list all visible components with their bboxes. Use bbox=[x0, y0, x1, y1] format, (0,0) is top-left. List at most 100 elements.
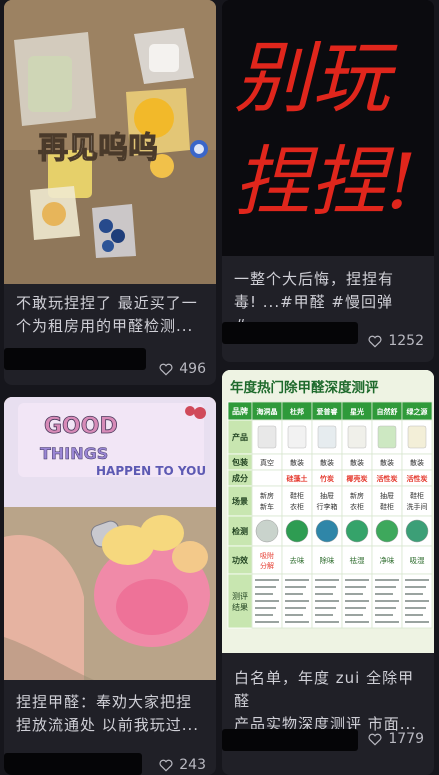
table-brand-name: 爱普睿 bbox=[317, 407, 338, 416]
result-text-line bbox=[315, 586, 336, 588]
table-row-label: 产品 bbox=[232, 432, 248, 442]
result-text-line bbox=[255, 586, 276, 588]
paw-squishy-photo: GOOD THINGS HAPPEN TO YOU bbox=[4, 397, 216, 680]
result-text-line bbox=[405, 579, 429, 581]
note-cover-image[interactable]: 年度热门除甲醛深度测评 品牌 海洞晶 杜邦 爱普睿 星光 自然舒 绿之源 产品 包装 真空 散装 散装… bbox=[222, 370, 434, 653]
note-cover-image[interactable]: 别玩 捏捏! bbox=[222, 0, 434, 256]
table-row-label: 场景 bbox=[232, 496, 248, 506]
result-text-line bbox=[345, 586, 366, 588]
like-button[interactable]: 1779 bbox=[367, 728, 424, 750]
table-scene: 洗手间 bbox=[407, 502, 428, 511]
result-text-line bbox=[285, 614, 303, 616]
table-row-label: 测评 bbox=[232, 592, 248, 601]
note-title[interactable]: 白名单，年度 zui 全除甲醛 产品实物深度测评 市面... bbox=[234, 667, 426, 736]
cover-overlay-text-line-3: HAPPEN TO YOU bbox=[96, 464, 206, 478]
detection-result-swatch bbox=[315, 519, 339, 543]
table-effect: 去味 bbox=[290, 555, 305, 565]
table-row-label: 检测 bbox=[232, 526, 248, 536]
table-cell bbox=[281, 485, 313, 517]
detection-result-swatch bbox=[405, 519, 429, 543]
table-row-label-cell bbox=[227, 573, 253, 629]
table-scene: 抽屉 bbox=[320, 491, 334, 500]
result-text-line bbox=[285, 579, 309, 581]
result-text-line bbox=[345, 593, 363, 595]
result-text-line bbox=[255, 614, 273, 616]
product-thumbnail bbox=[407, 425, 427, 449]
product-thumbnail bbox=[377, 425, 397, 449]
result-text-line bbox=[375, 621, 399, 623]
note-card[interactable]: GOOD THINGS HAPPEN TO YOU 捏捏甲醛：奉劝大家把捏 捏放… bbox=[4, 397, 216, 775]
cover-overlay-text-line-2: THINGS bbox=[40, 444, 108, 463]
result-text-line bbox=[345, 579, 369, 581]
table-row-label: 结果 bbox=[232, 602, 248, 612]
table-ingredient: 竹炭 bbox=[319, 474, 334, 483]
review-table-cover: 年度热门除甲醛深度测评 品牌 海洞晶 杜邦 爱普睿 星光 自然舒 绿之源产品包装 真空 散装 散装… bbox=[222, 370, 434, 653]
table-packaging: 散装 bbox=[410, 458, 424, 467]
handwritten-warning-cover: 别玩 捏捏! bbox=[222, 0, 434, 256]
like-count: 243 bbox=[179, 757, 206, 773]
note-card[interactable]: 年度热门除甲醛深度测评 品牌 海洞晶 杜邦 爱普睿 星光 自然舒 绿之源 产品 包装 真空 散装 散装… bbox=[222, 370, 434, 775]
author-redacted-block bbox=[4, 348, 146, 370]
like-button[interactable]: 243 bbox=[158, 754, 206, 775]
result-text-line bbox=[255, 621, 279, 623]
author-redacted-block bbox=[222, 322, 358, 344]
like-button[interactable]: 1252 bbox=[367, 330, 424, 352]
like-button[interactable]: 496 bbox=[158, 358, 206, 380]
table-packaging: 散装 bbox=[350, 458, 364, 467]
table-cell bbox=[341, 485, 373, 517]
heart-icon bbox=[159, 363, 173, 376]
result-text-line bbox=[405, 621, 429, 623]
table-cell bbox=[251, 469, 283, 487]
squishy-toys-photo: 再见呜呜 bbox=[4, 0, 216, 284]
result-text-line bbox=[315, 621, 339, 623]
table-brand-name: 星光 bbox=[350, 407, 364, 416]
result-text-line bbox=[285, 586, 306, 588]
table-brand-name: 海洞晶 bbox=[257, 407, 278, 416]
note-cover-image[interactable]: 再见呜呜 bbox=[4, 0, 216, 284]
table-cell bbox=[401, 485, 433, 517]
result-text-line bbox=[255, 579, 279, 581]
table-cell bbox=[251, 485, 283, 517]
heart-icon bbox=[368, 335, 382, 348]
result-text-line bbox=[375, 593, 393, 595]
note-card[interactable]: 别玩 捏捏! 一整个大后悔，捏捏有 毒! ...#甲醛 #慢回弹 #... 12… bbox=[222, 0, 434, 362]
table-row-label: 功效 bbox=[232, 555, 248, 565]
note-title[interactable]: 捏捏甲醛：奉劝大家把捏 捏放流通处 以前我玩过... bbox=[16, 691, 208, 737]
detection-result-swatch bbox=[375, 519, 399, 543]
table-row-label: 品牌 bbox=[232, 406, 248, 416]
table-packaging: 真空 bbox=[260, 458, 274, 467]
table-scene: 新房 bbox=[350, 491, 364, 500]
note-card[interactable]: 再见呜呜 不敢玩捏捏了 最近买了一 个为租房用的甲醛检测... 496 bbox=[4, 0, 216, 385]
table-scene: 鞋柜 bbox=[410, 491, 424, 500]
result-text-line bbox=[255, 607, 276, 609]
table-effect: 祛湿 bbox=[350, 555, 365, 565]
detection-result-swatch bbox=[285, 519, 309, 543]
result-text-line bbox=[405, 614, 423, 616]
result-text-line bbox=[345, 607, 366, 609]
author-redacted-block bbox=[222, 729, 358, 751]
note-cover-image[interactable]: GOOD THINGS HAPPEN TO YOU bbox=[4, 397, 216, 680]
table-scene: 新车 bbox=[260, 502, 274, 511]
result-text-line bbox=[375, 607, 396, 609]
like-count: 1252 bbox=[388, 333, 424, 349]
like-count: 496 bbox=[179, 361, 206, 377]
result-text-line bbox=[315, 600, 339, 602]
note-title[interactable]: 不敢玩捏捏了 最近买了一 个为租房用的甲醛检测... bbox=[16, 292, 208, 338]
table-scene: 衣柜 bbox=[350, 502, 364, 511]
table-ingredient: 活性炭 bbox=[407, 474, 428, 483]
heart-icon bbox=[159, 759, 173, 772]
result-text-line bbox=[255, 600, 279, 602]
product-thumbnail bbox=[287, 425, 307, 449]
result-text-line bbox=[315, 593, 333, 595]
table-brand-name: 自然舒 bbox=[377, 407, 398, 416]
table-brand-name: 杜邦 bbox=[290, 407, 304, 416]
result-text-line bbox=[375, 600, 399, 602]
result-text-line bbox=[315, 607, 336, 609]
cover-overlay-text: GOOD bbox=[44, 414, 118, 439]
result-text-line bbox=[285, 607, 306, 609]
table-scene: 衣柜 bbox=[290, 502, 304, 511]
result-text-line bbox=[405, 586, 426, 588]
result-text-line bbox=[285, 593, 303, 595]
detection-result-swatch bbox=[255, 519, 279, 543]
result-text-line bbox=[285, 600, 309, 602]
